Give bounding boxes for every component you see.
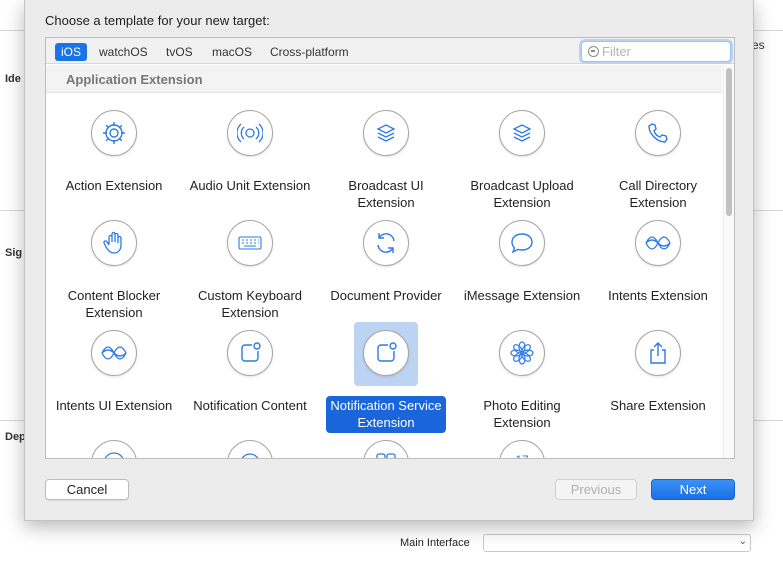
filter-field[interactable] [581,41,731,62]
broadcast-stack-icon [376,124,396,142]
intents-waves-icon [645,236,671,250]
template-notification-service-extension[interactable]: Notification Service Extension [318,314,454,433]
template-sticker-pack-extension[interactable] [318,424,454,458]
template-spotlight-extension[interactable] [182,424,318,458]
identity-section-label: Ide [5,73,21,85]
template-icon-tile [626,102,690,166]
tab-tvos[interactable]: tvOS [160,43,199,61]
section-header: Application Extension [46,65,722,93]
section-header-title: Application Extension [66,72,203,87]
template-imessage-extension[interactable]: iMessage Extension [454,204,590,314]
notification-icon [377,342,397,362]
platform-tab-bar: iOS watchOS tvOS macOS Cross-platform [46,38,734,64]
template-today-extension[interactable]: 17 [454,424,590,459]
template-icon-tile [82,322,146,386]
template-icon-tile [82,102,146,166]
safari-icon [104,452,124,458]
sync-arrows-icon [377,233,395,253]
template-sheet: Choose a template for your new target: i… [24,0,754,521]
tab-cross-platform[interactable]: Cross-platform [264,43,355,61]
sheet-title: Choose a template for your new target: [45,13,270,28]
speech-bubble-icon [511,233,533,254]
tab-macos[interactable]: macOS [206,43,258,61]
template-icon-tile [218,322,282,386]
template-icon-tile [490,102,554,166]
template-call-directory-extension[interactable]: Call Directory Extension [590,94,726,210]
deployment-section-label: Dep [5,431,26,443]
template-label: Notification Content [193,398,307,413]
template-icon-tile [626,322,690,386]
filter-icon [588,46,599,57]
chevron-down-icon: ⌄ [738,536,747,547]
notification-icon [241,342,261,362]
template-broadcast-upload-extension[interactable]: Broadcast Upload Extension [454,94,590,210]
template-icon-tile [218,212,282,276]
template-safari-extension[interactable] [46,424,182,458]
template-share-extension[interactable]: Share Extension [590,314,726,424]
filter-input[interactable] [602,43,722,60]
main-interface-label: Main Interface [400,537,470,549]
template-label: Audio Unit Extension [189,178,311,193]
scroll-thumb[interactable] [726,68,732,216]
template-panel: iOS watchOS tvOS macOS Cross-platform Ap… [45,37,735,459]
template-icon-tile [490,212,554,276]
cancel-button[interactable]: Cancel [45,479,129,500]
template-label: Action Extension [65,178,163,193]
template-photo-editing-extension[interactable]: Photo Editing Extension [454,314,590,430]
audio-waves-icon [237,123,263,143]
previous-button[interactable]: Previous [555,479,637,500]
keyboard-icon [238,236,262,250]
template-intents-ui-extension[interactable]: Intents UI Extension [46,314,182,424]
template-content-blocker-extension[interactable]: Content Blocker Extension [46,204,182,320]
template-icon-tile [354,212,418,276]
template-label: Intents UI Extension [55,398,173,413]
gear-icon [103,122,125,144]
broadcast-stack-icon [512,124,532,142]
flower-icon [510,341,534,365]
template-label: Share Extension [610,398,706,413]
template-custom-keyboard-extension[interactable]: Custom Keyboard Extension [182,204,318,320]
intents-waves-icon [101,346,127,360]
calendar-day-text: 17 [515,453,529,459]
sticker-grid-icon [376,453,396,458]
main-interface-select[interactable]: ⌄ [483,534,751,552]
signing-section-label: Sig [5,247,23,259]
template-icon-tile [82,432,146,458]
template-document-provider[interactable]: Document Provider [318,204,454,314]
template-icon-tile [218,432,282,458]
template-action-extension[interactable]: Action Extension [46,94,182,204]
tab-watchos[interactable]: watchOS [93,43,154,61]
template-grid: Action Extension Audio Unit Extension Br… [46,94,722,459]
template-icon-tile [218,102,282,166]
template-label: Intents Extension [608,288,708,303]
template-icon-tile [354,102,418,166]
template-icon-tile [626,212,690,276]
template-audio-unit-extension[interactable]: Audio Unit Extension [182,94,318,204]
template-label: iMessage Extension [463,288,581,303]
hand-icon [103,231,122,254]
share-icon [650,342,666,364]
spotlight-icon [241,453,259,458]
template-broadcast-ui-extension[interactable]: Broadcast UI Extension [318,94,454,210]
template-icon-tile [354,432,418,458]
calendar-icon: 17 [515,453,529,459]
template-icon-tile-selected [354,322,418,386]
phone-icon [648,123,668,143]
template-label: Document Provider [330,288,442,303]
template-notification-content[interactable]: Notification Content [182,314,318,424]
next-button[interactable]: Next [651,479,735,500]
template-icon-tile: 17 [490,432,554,459]
template-intents-extension[interactable]: Intents Extension [590,204,726,314]
template-icon-tile [490,322,554,386]
template-icon-tile [82,212,146,276]
tab-ios[interactable]: iOS [55,43,88,61]
